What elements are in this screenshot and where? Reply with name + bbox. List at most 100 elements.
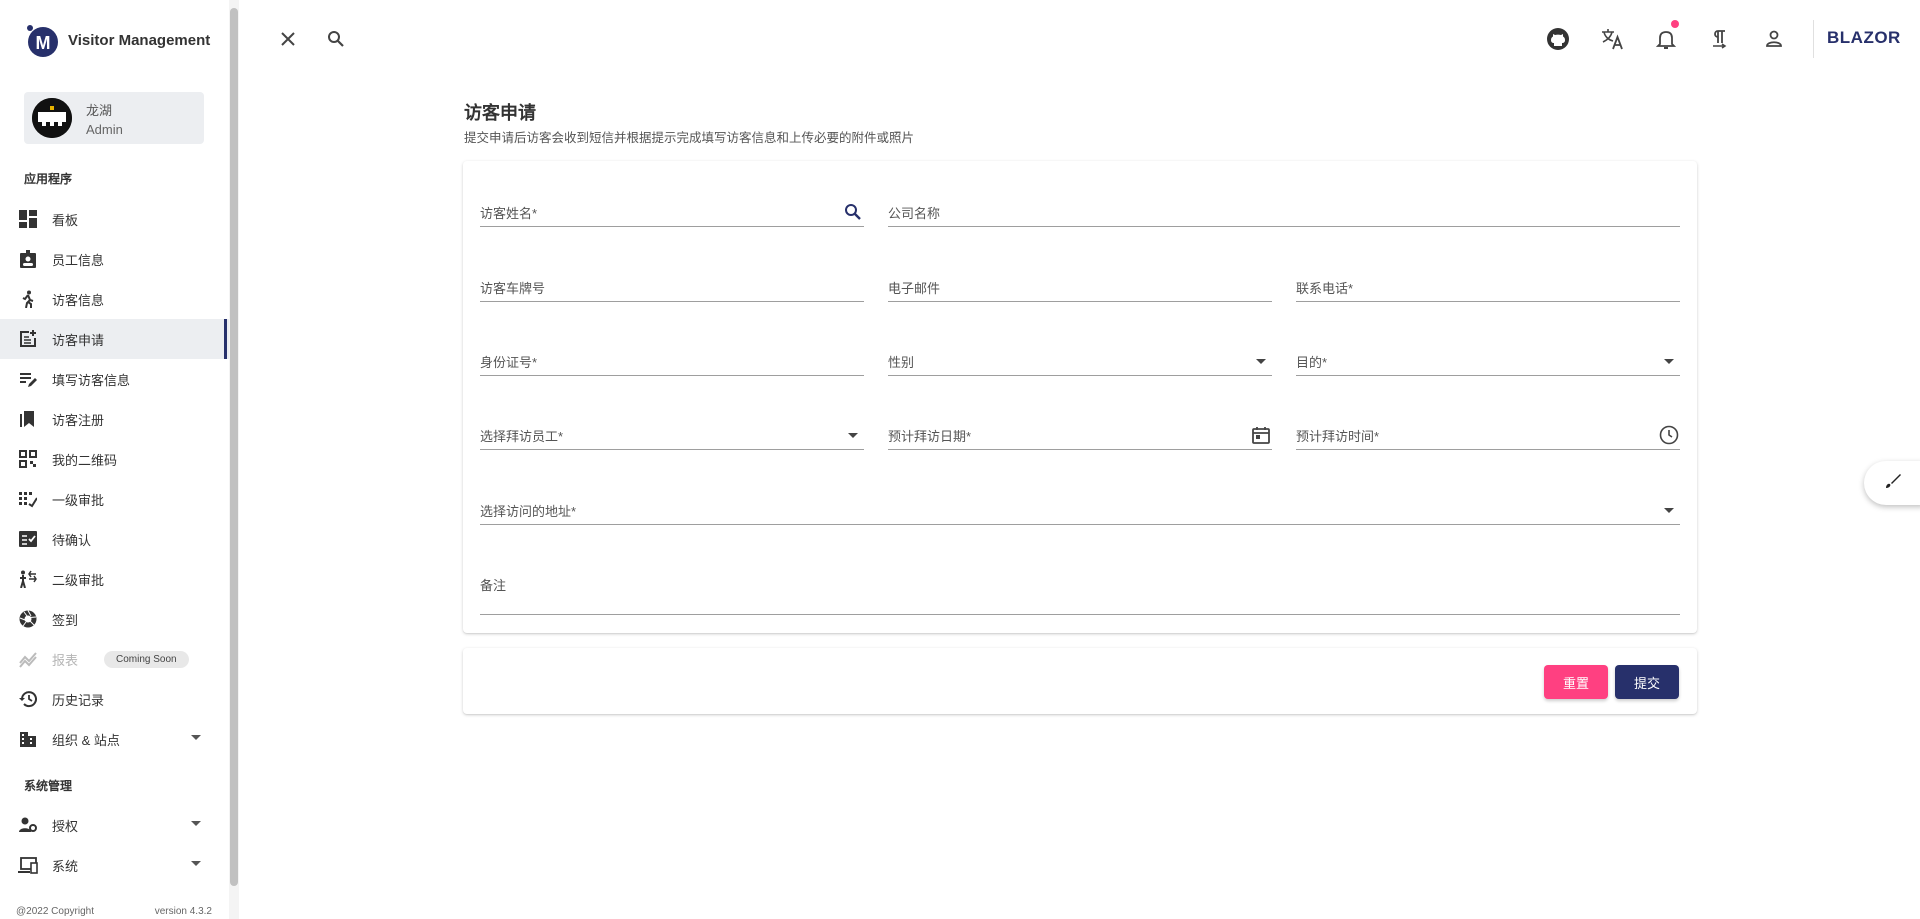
remark-label: 备注 [480, 578, 507, 593]
chevron-down-icon [191, 821, 201, 826]
employee-label: 选择拜访员工* [480, 429, 564, 444]
svg-text:M: M [36, 33, 51, 53]
sidebar-item-label: 访客申请 [52, 332, 105, 348]
address-select[interactable]: 选择访问的地址* [480, 497, 1680, 525]
sidebar-item-authorization[interactable]: 授权 [0, 805, 229, 845]
theme-customizer-button[interactable] [1864, 461, 1920, 505]
app-logo: M [24, 22, 60, 58]
sidebar-item-reports: 报表 Coming Soon [0, 639, 229, 679]
id-number-field[interactable]: 身份证号* [480, 348, 864, 376]
form-actions: 重置 提交 [463, 648, 1697, 714]
bookmarks-icon [18, 409, 38, 429]
sidebar-footer: @2022 Copyright version 4.3.2 [16, 906, 212, 917]
visitor-form-card: 访客姓名* 公司名称 访客车牌号 电子邮件 联系电话* 身份证号* 性别 目的* [463, 161, 1697, 633]
sidebar-item-employees[interactable]: 员工信息 [0, 239, 229, 279]
sidebar-item-label: 历史记录 [52, 692, 105, 708]
search-icon[interactable] [842, 201, 864, 223]
sidebar-item-label: 签到 [52, 612, 79, 628]
app-title: Visitor Management [68, 31, 211, 49]
visitor-name-field[interactable]: 访客姓名* [480, 199, 864, 227]
walk-icon [18, 289, 38, 309]
clock-icon[interactable] [1658, 424, 1680, 446]
sidebar-item-visitor-apply[interactable]: 访客申请 [0, 319, 229, 359]
sidebar-item-checkin[interactable]: 签到 [0, 599, 229, 639]
sidebar-item-label: 组织 & 站点 [52, 732, 120, 748]
section-title-apps: 应用程序 [24, 172, 73, 186]
sidebar-item-org-sites[interactable]: 组织 & 站点 [0, 719, 229, 759]
sidebar-item-dashboard[interactable]: 看板 [0, 199, 229, 239]
account-icon[interactable] [1761, 26, 1787, 52]
dropdown-caret-icon [1658, 499, 1680, 521]
qr-code-icon [18, 449, 38, 469]
notification-badge [1671, 20, 1679, 28]
submit-button[interactable]: 提交 [1615, 665, 1679, 699]
sidebar-item-label: 一级审批 [52, 492, 105, 508]
sidebar: M Visitor Management 龙湖 Admin 应用程序 看板 员工… [0, 0, 239, 919]
email-field[interactable]: 电子邮件 [888, 274, 1272, 302]
dropdown-caret-icon [842, 424, 864, 446]
dropdown-caret-icon [1250, 350, 1272, 372]
close-icon[interactable] [275, 26, 301, 52]
sidebar-item-label: 系统 [52, 858, 79, 874]
search-icon[interactable] [323, 26, 349, 52]
fact-check-icon [18, 529, 38, 549]
chevron-down-icon [191, 735, 201, 740]
phone-field[interactable]: 联系电话* [1296, 274, 1680, 302]
employee-select[interactable]: 选择拜访员工* [480, 422, 864, 450]
coming-soon-chip: Coming Soon [104, 650, 189, 668]
sidebar-item-second-approval[interactable]: 二级审批 [0, 559, 229, 599]
remark-field[interactable]: 备注 [480, 571, 1680, 615]
plate-field[interactable]: 访客车牌号 [480, 274, 864, 302]
user-role: Admin [86, 121, 123, 137]
sidebar-item-my-qrcode[interactable]: 我的二维码 [0, 439, 229, 479]
company-field[interactable]: 公司名称 [888, 199, 1680, 227]
sidebar-item-label: 授权 [52, 818, 79, 834]
sidebar-item-pending[interactable]: 待确认 [0, 519, 229, 559]
brush-icon [1884, 472, 1902, 495]
pin-icon [18, 489, 38, 509]
avatar [32, 98, 72, 138]
address-label: 选择访问的地址* [480, 504, 577, 519]
sidebar-item-visitor-register[interactable]: 访客注册 [0, 399, 229, 439]
visit-time-field[interactable]: 预计拜访时间* [1296, 422, 1680, 450]
user-card[interactable]: 龙湖 Admin [24, 92, 204, 144]
sidebar-item-label: 待确认 [52, 532, 92, 548]
brand[interactable]: M Visitor Management [24, 22, 210, 58]
business-icon [18, 729, 38, 749]
phone-label: 联系电话* [1296, 281, 1354, 296]
page-subtitle: 提交申请后访客会收到短信并根据提示完成填写访客信息和上传必要的附件或照片 [464, 131, 915, 145]
sidebar-item-first-approval[interactable]: 一级审批 [0, 479, 229, 519]
sidebar-item-system[interactable]: 系统 [0, 845, 229, 885]
sidebar-item-label: 报表 [52, 652, 79, 668]
sidebar-scrollbar[interactable] [229, 0, 239, 919]
email-label: 电子邮件 [888, 281, 941, 296]
sidebar-system-nav: 授权 系统 [0, 805, 229, 885]
purpose-select[interactable]: 目的* [1296, 348, 1680, 376]
reset-button[interactable]: 重置 [1544, 665, 1608, 699]
sidebar-item-label: 看板 [52, 212, 79, 228]
notifications-icon[interactable] [1653, 20, 1679, 52]
scrollbar-thumb[interactable] [230, 8, 238, 886]
dropdown-caret-icon [1658, 350, 1680, 372]
gender-select[interactable]: 性别 [888, 348, 1272, 376]
translate-icon[interactable] [1600, 26, 1626, 52]
calendar-icon[interactable] [1250, 424, 1272, 446]
sidebar-item-visitors[interactable]: 访客信息 [0, 279, 229, 319]
text-direction-icon[interactable] [1706, 26, 1732, 52]
sidebar-item-history[interactable]: 历史记录 [0, 679, 229, 719]
version: version 4.3.2 [154, 906, 212, 917]
manage-accounts-icon [18, 815, 38, 835]
sidebar-item-label: 员工信息 [52, 252, 105, 268]
page-title: 访客申请 [464, 103, 536, 123]
github-icon[interactable] [1545, 26, 1571, 52]
copyright: @2022 Copyright [16, 906, 94, 917]
visitor-name-label: 访客姓名* [480, 206, 538, 221]
visit-date-field[interactable]: 预计拜访日期* [888, 422, 1272, 450]
dashboard-icon [18, 209, 38, 229]
visit-date-label: 预计拜访日期* [888, 429, 972, 444]
brand-label[interactable]: BLAZOR [1827, 28, 1901, 48]
sidebar-item-fill-visitor-info[interactable]: 填写访客信息 [0, 359, 229, 399]
top-bar: BLAZOR [240, 0, 1920, 78]
sidebar-item-label: 二级审批 [52, 572, 105, 588]
history-icon [18, 689, 38, 709]
